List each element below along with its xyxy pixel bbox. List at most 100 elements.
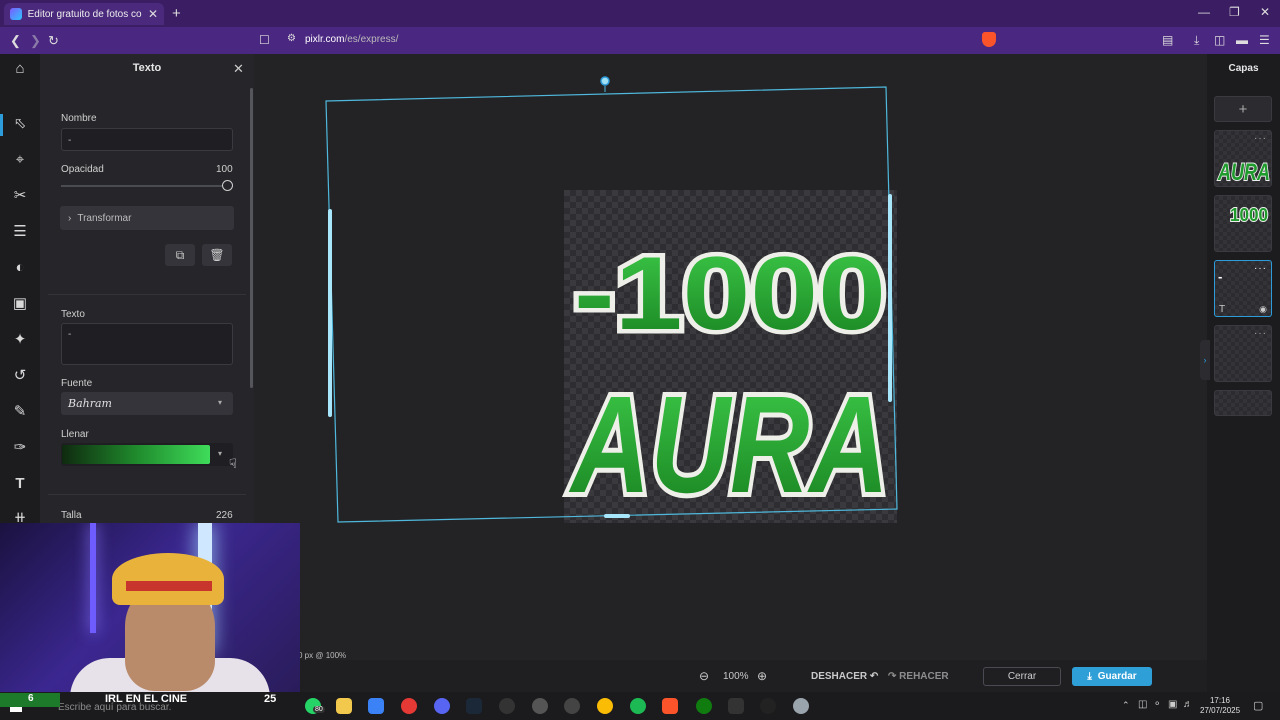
add-layer-button[interactable]: +	[1214, 96, 1272, 122]
wallet-icon[interactable]: ▬	[1236, 33, 1248, 47]
layer-item[interactable]: ···	[1214, 325, 1272, 382]
liquify-tool-icon[interactable]: ↺	[11, 367, 29, 385]
steam-icon[interactable]	[466, 698, 482, 714]
xbox-icon[interactable]	[696, 698, 712, 714]
layer-item-selected[interactable]: ··· - T ◉	[1214, 260, 1272, 317]
collapse-panel-handle[interactable]: ›	[1200, 340, 1210, 380]
font-label: Fuente	[61, 378, 93, 389]
font-select[interactable]: Bahram	[61, 392, 233, 415]
crop-tool-icon[interactable]: ⌖	[11, 151, 29, 169]
reload-icon[interactable]: ↻	[48, 33, 59, 49]
opacity-label: Opacidad	[61, 164, 104, 175]
app-icon[interactable]	[793, 698, 809, 714]
filter-tool-icon[interactable]: ◐	[11, 259, 29, 277]
canvas-text-minus-1000[interactable]: -1000	[570, 232, 891, 357]
effects-tool-icon[interactable]: ▣	[11, 295, 29, 313]
text-input[interactable]: -	[61, 323, 233, 365]
opacity-slider-track[interactable]	[61, 185, 227, 187]
app-icon[interactable]	[532, 698, 548, 714]
adjust-tool-icon[interactable]: ☰	[11, 223, 29, 241]
url-text: pixlr.com/es/express/	[305, 34, 398, 45]
layer-thumbnail: 1000	[1229, 204, 1269, 226]
chrome-icon[interactable]	[597, 698, 613, 714]
menu-icon[interactable]: ☰	[1259, 33, 1270, 47]
size-value: 226	[216, 510, 233, 521]
more-icon[interactable]: ···	[1254, 263, 1267, 274]
restore-icon[interactable]: ❐	[1229, 5, 1240, 19]
heal-tool-icon[interactable]: ✎	[11, 403, 29, 421]
trash-icon: 🗑	[209, 248, 225, 262]
home-icon[interactable]: ⌂	[11, 60, 29, 78]
back-icon[interactable]: ❮	[10, 33, 21, 49]
cutout-tool-icon[interactable]: ✂	[11, 187, 29, 205]
tray-app-icon[interactable]: ◫	[1138, 699, 1147, 710]
download-icon[interactable]: ⤓	[1194, 33, 1199, 48]
text-layer-icon: T	[1219, 304, 1226, 315]
new-tab-button[interactable]: +	[172, 5, 181, 22]
undo-button[interactable]: DESHACER ↶	[811, 671, 878, 682]
notifications-icon[interactable]: ▢	[1253, 699, 1263, 712]
zoom-in-icon[interactable]: ⊕	[757, 669, 767, 683]
site-settings-icon[interactable]: ⚙	[287, 33, 296, 44]
layer-item[interactable]: 1000	[1214, 195, 1272, 252]
brave-shield-icon[interactable]	[982, 32, 996, 47]
redo-label: REHACER	[899, 671, 949, 682]
transform-toggle[interactable]: › Transformar	[60, 206, 234, 230]
app-icon[interactable]	[564, 698, 580, 714]
nvidia-icon[interactable]	[760, 698, 776, 714]
chevron-down-icon[interactable]: ▾	[218, 449, 222, 458]
window-close-icon[interactable]: ✕	[1260, 5, 1270, 19]
rotate-handle[interactable]	[600, 76, 610, 86]
spotify-icon[interactable]	[630, 698, 646, 714]
webcam-overlay	[0, 523, 300, 693]
text-tool-icon[interactable]: T	[11, 475, 29, 493]
layer-item[interactable]: ··· AURA	[1214, 130, 1272, 187]
opacity-slider-handle[interactable]	[222, 180, 233, 191]
zoom-out-icon[interactable]: ⊖	[699, 669, 709, 683]
ai-tool-icon[interactable]: ✦	[11, 331, 29, 349]
browser-tab[interactable]: Editor gratuito de fotos con IA: E ✕	[4, 3, 164, 25]
undo-icon: ↶	[869, 671, 879, 682]
discord-icon[interactable]	[434, 698, 450, 714]
tray-chevron-icon[interactable]: ⌃	[1122, 700, 1130, 711]
tab-close-icon[interactable]: ✕	[148, 7, 158, 21]
bookmark-icon[interactable]: ☐	[259, 33, 270, 47]
forward-icon[interactable]: ❯	[30, 33, 41, 49]
microphone-icon[interactable]: ⚬	[1153, 699, 1161, 710]
bottom-resize-handle[interactable]	[604, 514, 630, 518]
fill-gradient-swatch[interactable]	[62, 445, 210, 464]
file-explorer-icon[interactable]	[336, 698, 352, 714]
left-resize-handle[interactable]	[328, 209, 332, 417]
brave-icon[interactable]	[662, 698, 678, 714]
panel-close-icon[interactable]: ✕	[233, 61, 244, 77]
panel-scrollbar[interactable]	[250, 88, 253, 388]
save-button[interactable]: ⤓ Guardar	[1072, 667, 1152, 686]
background-layer[interactable]	[1214, 390, 1272, 416]
name-input[interactable]: -	[61, 128, 233, 151]
store-icon[interactable]	[368, 698, 384, 714]
app-icon[interactable]	[499, 698, 515, 714]
duplicate-button[interactable]: ⧉	[165, 244, 195, 266]
arrange-tool-icon[interactable]: ⬁	[11, 115, 29, 133]
system-clock[interactable]: 17:16 27/07/2025	[1200, 696, 1240, 716]
split-view-icon[interactable]: ◫	[1214, 33, 1225, 47]
sidebar-toggle-icon[interactable]: ▤	[1162, 33, 1173, 47]
volume-icon[interactable]: ♬	[1183, 699, 1193, 710]
app-icon[interactable]	[728, 698, 744, 714]
minimize-icon[interactable]: —	[1198, 5, 1210, 19]
text-label: Texto	[61, 309, 85, 320]
pixlr-favicon-icon	[10, 8, 22, 20]
canvas-overlay[interactable]: -1000 AURA	[254, 54, 1207, 660]
eye-icon[interactable]: ◉	[1259, 304, 1267, 315]
close-button[interactable]: Cerrar	[983, 667, 1061, 686]
delete-button[interactable]: 🗑	[202, 244, 232, 266]
canvas-text-aura[interactable]: AURA	[564, 363, 894, 527]
app-icon[interactable]	[401, 698, 417, 714]
zoom-level: 100%	[723, 671, 749, 682]
redo-button[interactable]: ↷ REHACER	[888, 671, 949, 682]
brush-tool-icon[interactable]: ✑	[11, 439, 29, 457]
right-resize-handle[interactable]	[888, 194, 892, 402]
more-icon[interactable]: ···	[1254, 328, 1267, 339]
chevron-down-icon[interactable]: ▾	[218, 398, 222, 407]
network-icon[interactable]: ▣	[1168, 699, 1177, 710]
